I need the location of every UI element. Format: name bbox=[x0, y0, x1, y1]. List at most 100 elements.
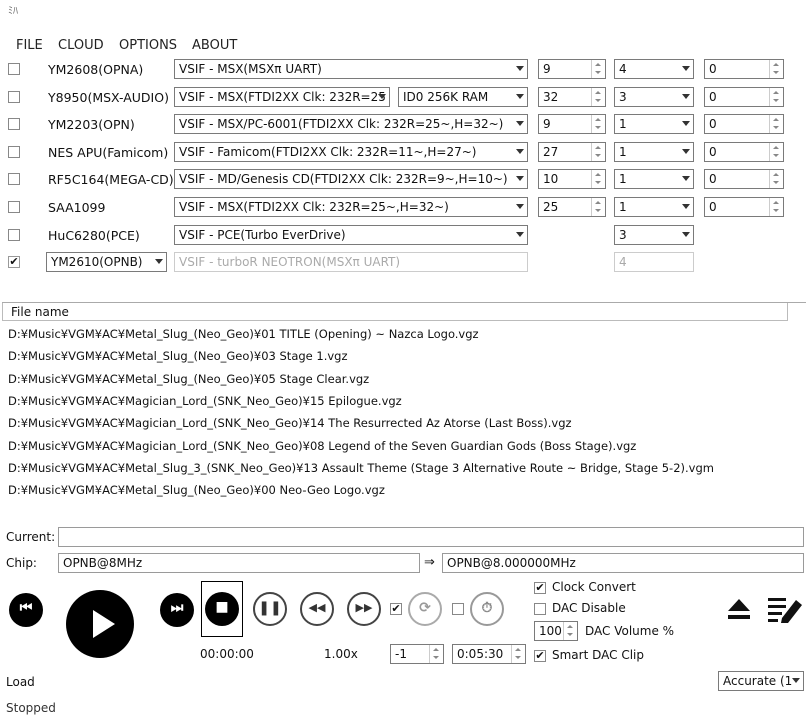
device-select[interactable]: VSIF - MSX(FTDI2XX Clk: 232R=25~,H=32~) bbox=[174, 197, 528, 217]
chip-type-select[interactable]: YM2610(OPNB) bbox=[46, 252, 167, 273]
volume-select[interactable]: 3 bbox=[614, 224, 694, 245]
chip-name: SAA1099 bbox=[48, 200, 106, 215]
playback-speed[interactable]: 1.00x bbox=[324, 647, 358, 661]
dac-volume-stepper[interactable]: 100 bbox=[534, 621, 578, 641]
convert-arrow-icon: ⇒ bbox=[424, 555, 435, 570]
chip-enable-checkbox[interactable] bbox=[8, 228, 20, 241]
file-list-item[interactable]: D:¥Music¥VGM¥AC¥Metal_Slug_(Neo_Geo)¥01 … bbox=[8, 327, 479, 341]
accuracy-value: Accurate (1 bbox=[723, 674, 793, 688]
window-title: ﾐﾊ bbox=[8, 6, 18, 17]
pause-button[interactable]: ❚❚ bbox=[253, 592, 287, 626]
loop-checkbox[interactable]: ✔ bbox=[390, 603, 402, 615]
clock-stepper[interactable]: 9 bbox=[538, 114, 606, 135]
loop-count-stepper[interactable]: -1 bbox=[390, 644, 444, 664]
volume-select[interactable]: 1 bbox=[614, 169, 694, 190]
volume-select[interactable]: 3 bbox=[614, 86, 694, 107]
stopwatch-icon: ⏱ bbox=[481, 600, 493, 616]
menu-options[interactable]: OPTIONS bbox=[119, 38, 177, 53]
device-value: VSIF - Famicom(FTDI2XX Clk: 232R=11~,H=2… bbox=[179, 144, 477, 159]
smart-dac-clip-checkbox[interactable]: ✔ bbox=[534, 650, 546, 662]
clock-stepper[interactable]: 10 bbox=[538, 169, 606, 190]
dac-disable-checkbox[interactable] bbox=[534, 603, 546, 615]
play-button[interactable] bbox=[66, 590, 134, 658]
accuracy-select[interactable]: Accurate (1 bbox=[718, 671, 804, 691]
volume-value: 4 bbox=[619, 62, 627, 76]
device-select[interactable]: VSIF - MSX(FTDI2XX Clk: 232R=25 bbox=[174, 86, 390, 107]
file-list-item[interactable]: D:¥Music¥VGM¥AC¥Magician_Lord_(SNK_Neo_G… bbox=[8, 439, 636, 453]
clock-value: 9 bbox=[543, 62, 551, 76]
device-select[interactable]: VSIF - MSX(MSXπ UART) bbox=[174, 59, 528, 79]
extra-value: 0 bbox=[709, 89, 717, 104]
volume-value: 1 bbox=[619, 172, 627, 187]
clock-stepper[interactable]: 25 bbox=[538, 197, 606, 217]
chip-name: NES APU(Famicom) bbox=[48, 144, 169, 160]
clock-value: 27 bbox=[543, 144, 559, 159]
loop-icon: ⟳ bbox=[419, 600, 431, 616]
chip-label: Chip: bbox=[6, 556, 37, 570]
chip-name: HuC6280(PCE) bbox=[48, 227, 140, 243]
extra-stepper[interactable]: 0 bbox=[704, 197, 784, 217]
menu-cloud[interactable]: CLOUD bbox=[58, 38, 104, 53]
clock-convert-checkbox[interactable]: ✔ bbox=[534, 582, 546, 594]
volume-select[interactable]: 1 bbox=[614, 141, 694, 162]
chip-enable-checkbox[interactable] bbox=[8, 63, 20, 75]
next-button[interactable]: ⏭ bbox=[160, 593, 194, 627]
volume-select[interactable]: 1 bbox=[614, 197, 694, 217]
smart-dac-clip-label: Smart DAC Clip bbox=[552, 648, 644, 662]
dac-volume-value: 100 bbox=[539, 624, 562, 638]
status-text: Stopped bbox=[6, 701, 56, 715]
extra-stepper[interactable]: 0 bbox=[704, 141, 784, 162]
device-select[interactable]: VSIF - MSX/PC-6001(FTDI2XX Clk: 232R=25~… bbox=[174, 114, 528, 135]
converted-chip-field[interactable]: OPNB@8.000000MHz bbox=[442, 553, 804, 573]
chip-enable-checkbox[interactable] bbox=[8, 173, 20, 186]
loop-count-value: -1 bbox=[395, 647, 407, 661]
option-select[interactable]: ID0 256K RAM bbox=[398, 86, 528, 107]
timer-button[interactable]: ⏱ bbox=[470, 592, 504, 626]
volume-value: 4 bbox=[619, 255, 627, 270]
loop-button[interactable]: ⟳ bbox=[408, 592, 442, 626]
chip-field[interactable]: OPNB@8MHz bbox=[58, 553, 420, 573]
extra-value: 0 bbox=[709, 200, 717, 214]
eject-button[interactable] bbox=[726, 597, 752, 623]
duration-stepper[interactable]: 0:05:30 bbox=[452, 644, 526, 664]
menu-about[interactable]: ABOUT bbox=[192, 38, 237, 53]
extra-stepper[interactable]: 0 bbox=[704, 114, 784, 135]
extra-stepper[interactable]: 0 bbox=[704, 59, 784, 79]
device-select[interactable]: VSIF - MD/Genesis CD(FTDI2XX Clk: 232R=9… bbox=[174, 169, 528, 190]
chip-enable-checkbox[interactable] bbox=[8, 201, 20, 213]
device-select[interactable]: VSIF - turboR NEOTRON(MSXπ UART) bbox=[174, 252, 528, 273]
volume-select[interactable]: 4 bbox=[614, 252, 694, 273]
clock-stepper[interactable]: 27 bbox=[538, 141, 606, 162]
rewind-button[interactable]: ◀◀ bbox=[300, 592, 334, 626]
stop-button[interactable]: ■ bbox=[205, 592, 239, 626]
duration-value: 0:05:30 bbox=[457, 647, 504, 661]
current-field[interactable] bbox=[58, 527, 804, 547]
file-list-item[interactable]: D:¥Music¥VGM¥AC¥Magician_Lord_(SNK_Neo_G… bbox=[8, 416, 572, 430]
device-select[interactable]: VSIF - PCE(Turbo EverDrive) bbox=[174, 224, 528, 245]
file-list-item[interactable]: D:¥Music¥VGM¥AC¥Metal_Slug_3_(SNK_Neo_Ge… bbox=[8, 461, 714, 475]
file-list-item[interactable]: D:¥Music¥VGM¥AC¥Metal_Slug_(Neo_Geo)¥05 … bbox=[8, 372, 369, 386]
device-select[interactable]: VSIF - Famicom(FTDI2XX Clk: 232R=11~,H=2… bbox=[174, 141, 528, 162]
volume-select[interactable]: 4 bbox=[614, 59, 694, 79]
file-list-item[interactable]: D:¥Music¥VGM¥AC¥Metal_Slug_(Neo_Geo)¥00 … bbox=[8, 483, 385, 497]
chip-name: YM2610(OPNB) bbox=[51, 255, 143, 270]
chip-enable-checkbox[interactable] bbox=[8, 90, 20, 103]
previous-button[interactable]: ⏮ bbox=[9, 593, 43, 627]
playlist-edit-button[interactable] bbox=[766, 594, 804, 624]
file-list-item[interactable]: D:¥Music¥VGM¥AC¥Magician_Lord_(SNK_Neo_G… bbox=[8, 394, 402, 408]
file-list-item[interactable]: D:¥Music¥VGM¥AC¥Metal_Slug_(Neo_Geo)¥03 … bbox=[8, 349, 348, 363]
clock-stepper[interactable]: 32 bbox=[538, 86, 606, 107]
file-list-header[interactable]: File name bbox=[2, 303, 788, 321]
extra-stepper[interactable]: 0 bbox=[704, 86, 784, 107]
extra-stepper[interactable]: 0 bbox=[704, 169, 784, 190]
menu-file[interactable]: FILE bbox=[16, 38, 43, 53]
timer-checkbox[interactable] bbox=[452, 603, 464, 615]
file-list[interactable]: File name D:¥Music¥VGM¥AC¥Metal_Slug_(Ne… bbox=[2, 302, 806, 522]
clock-convert-label: Clock Convert bbox=[552, 580, 636, 594]
fast-forward-button[interactable]: ▶▶ bbox=[347, 592, 381, 626]
chip-enable-checkbox[interactable] bbox=[8, 118, 20, 131]
clock-stepper[interactable]: 9 bbox=[538, 59, 606, 79]
chip-enable-checkbox[interactable]: ✔ bbox=[8, 256, 20, 269]
volume-select[interactable]: 1 bbox=[614, 114, 694, 135]
chip-enable-checkbox[interactable] bbox=[8, 145, 20, 158]
